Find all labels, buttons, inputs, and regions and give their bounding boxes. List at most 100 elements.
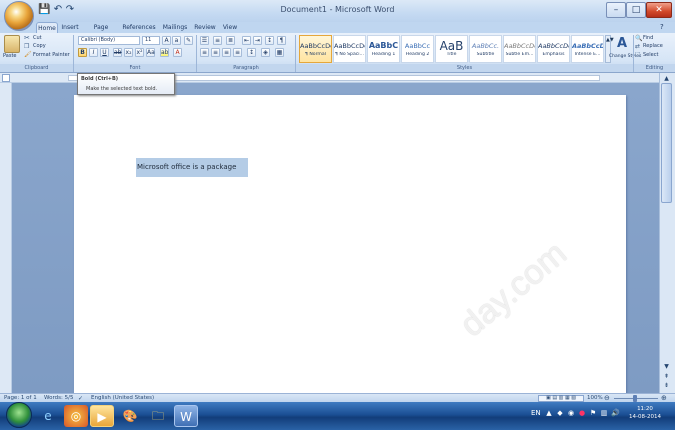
minimize-button[interactable]: – (606, 2, 626, 18)
network-icon[interactable]: ▥ (600, 409, 608, 417)
select-icon[interactable]: ⬚ (635, 51, 641, 58)
scroll-down-icon[interactable]: ▼ (661, 362, 672, 371)
status-bar: Page: 1 of 1 Words: 5/5 ✓ English (Unite… (0, 393, 675, 402)
tab-view[interactable]: View (220, 22, 240, 33)
style-name: ¶ Normal (304, 52, 326, 57)
previous-page-icon[interactable]: ⇞ (661, 372, 672, 381)
style-emphasis[interactable]: AaBbCcDc Emphasis (537, 35, 570, 63)
tray-icon[interactable]: ▲ (545, 409, 553, 417)
font-name-box[interactable]: Calibri (Body) (78, 36, 140, 45)
align-left-icon[interactable]: ≡ (200, 48, 209, 57)
style-no-spacing[interactable]: AaBbCcDc ¶ No Spaci... (333, 35, 366, 63)
flag-icon[interactable]: ⚑ (589, 409, 597, 417)
change-case-button[interactable]: Aa (146, 48, 155, 57)
show-marks-icon[interactable]: ¶ (277, 36, 286, 45)
paste-button[interactable]: Paste (3, 53, 17, 60)
next-page-icon[interactable]: ⇟ (661, 381, 672, 390)
select-button[interactable]: Select (643, 52, 658, 59)
style-normal[interactable]: AaBbCcDc ¶ Normal (299, 35, 332, 63)
chrome-icon[interactable]: ◎ (64, 405, 88, 427)
folder-icon[interactable]: 🗀 (146, 405, 170, 427)
format-painter-icon[interactable]: 🖌 (24, 51, 32, 58)
tab-insert[interactable]: Insert (60, 22, 80, 33)
style-subtitle[interactable]: AaBbCc. Subtitle (469, 35, 502, 63)
close-button[interactable]: ✕ (646, 2, 672, 18)
font-color-icon[interactable]: A (173, 48, 182, 57)
clipboard-group-label: Clipboard (0, 64, 73, 72)
shrink-font-icon[interactable]: a (172, 36, 181, 45)
media-player-icon[interactable]: ▶ (90, 405, 114, 427)
tab-mailings[interactable]: Mailings (160, 22, 190, 33)
style-preview: AaBbCcDc (572, 42, 603, 50)
style-title[interactable]: AaB Title (435, 35, 468, 63)
copy-button[interactable]: Copy (33, 43, 46, 50)
justify-icon[interactable]: ≡ (233, 48, 242, 57)
scroll-up-icon[interactable]: ▲ (661, 74, 672, 83)
clear-format-icon[interactable]: ✎ (184, 36, 193, 45)
bold-button[interactable]: B (78, 48, 87, 57)
line-spacing-icon[interactable]: ↕ (247, 48, 256, 57)
highlight-icon[interactable]: ab (160, 48, 169, 57)
sort-icon[interactable]: ↕ (265, 36, 274, 45)
vertical-ruler[interactable] (0, 83, 12, 393)
copy-icon[interactable]: ❐ (24, 43, 29, 50)
shading-icon[interactable]: ◈ (261, 48, 270, 57)
numbering-icon[interactable]: ≡ (213, 36, 222, 45)
borders-icon[interactable]: ▦ (275, 48, 284, 57)
document-text[interactable]: Microsoft office is a package (137, 158, 236, 177)
tab-selector-icon[interactable] (2, 74, 10, 82)
grow-font-icon[interactable]: A (162, 36, 171, 45)
multilevel-list-icon[interactable]: ≣ (226, 36, 235, 45)
zoom-slider-thumb[interactable] (633, 395, 637, 402)
increase-indent-icon[interactable]: ⇥ (253, 36, 262, 45)
style-name: Subtitle (476, 52, 495, 57)
paragraph-group-label: Paragraph (197, 64, 295, 72)
volume-icon[interactable]: 🔊 (611, 409, 620, 417)
paste-icon[interactable] (4, 35, 20, 53)
style-name: Subtle Em... (505, 52, 534, 57)
help-icon[interactable]: ? (660, 23, 664, 31)
tab-references[interactable]: References (122, 22, 156, 33)
style-heading-1[interactable]: AaBbC Heading 1 (367, 35, 400, 63)
decrease-indent-icon[interactable]: ⇤ (242, 36, 251, 45)
style-intense-emphasis[interactable]: AaBbCcDc Intense E... (571, 35, 604, 63)
tab-home[interactable]: Home (36, 22, 58, 33)
word-taskbar-icon[interactable]: W (174, 405, 198, 427)
language-tray-icon[interactable]: EN (531, 409, 541, 417)
maximize-button[interactable]: □ (626, 2, 646, 18)
view-buttons[interactable]: ▣ ▤ ▥ ▦ ▧ (538, 395, 584, 402)
style-heading-2[interactable]: AaBbCc Heading 2 (401, 35, 434, 63)
scissors-icon[interactable]: ✂ (24, 34, 30, 42)
tray-icon[interactable]: ◉ (567, 409, 575, 417)
format-painter-button[interactable]: Format Painter (33, 52, 70, 59)
align-right-icon[interactable]: ≡ (222, 48, 231, 57)
replace-button[interactable]: Replace (643, 43, 663, 50)
office-button[interactable] (4, 1, 34, 31)
style-subtle-emphasis[interactable]: AaBbCcDc Subtle Em... (503, 35, 536, 63)
tray-icon[interactable]: ● (578, 409, 586, 417)
tab-page-layout[interactable]: Page Layout (84, 22, 118, 42)
change-styles-icon[interactable]: A (612, 35, 632, 53)
replace-icon[interactable]: ⇄ (635, 43, 640, 50)
style-preview: AaBbCcDc (300, 42, 331, 50)
font-size-box[interactable]: 11 (142, 36, 160, 45)
tab-review[interactable]: Review (193, 22, 217, 33)
internet-explorer-icon[interactable]: e (36, 405, 60, 427)
find-button[interactable]: Find (643, 35, 653, 42)
align-center-icon[interactable]: ≡ (211, 48, 220, 57)
cut-button[interactable]: Cut (33, 35, 42, 42)
italic-button[interactable]: I (89, 48, 98, 57)
subscript-button[interactable]: x₂ (124, 48, 133, 57)
strikethrough-button[interactable]: ab (113, 48, 122, 57)
scroll-thumb[interactable] (661, 83, 672, 203)
document-area[interactable] (12, 83, 659, 405)
style-preview: AaBbCcDc (334, 42, 365, 50)
underline-button[interactable]: U (100, 48, 109, 57)
paint-icon[interactable]: 🎨 (118, 405, 142, 427)
system-clock[interactable]: 11:20 14-08-2014 (627, 405, 663, 421)
superscript-button[interactable]: x² (135, 48, 144, 57)
find-icon[interactable]: 🔍 (635, 35, 642, 42)
bullets-icon[interactable]: ☰ (200, 36, 209, 45)
start-button[interactable] (6, 402, 32, 428)
tray-icon[interactable]: ◆ (556, 409, 564, 417)
